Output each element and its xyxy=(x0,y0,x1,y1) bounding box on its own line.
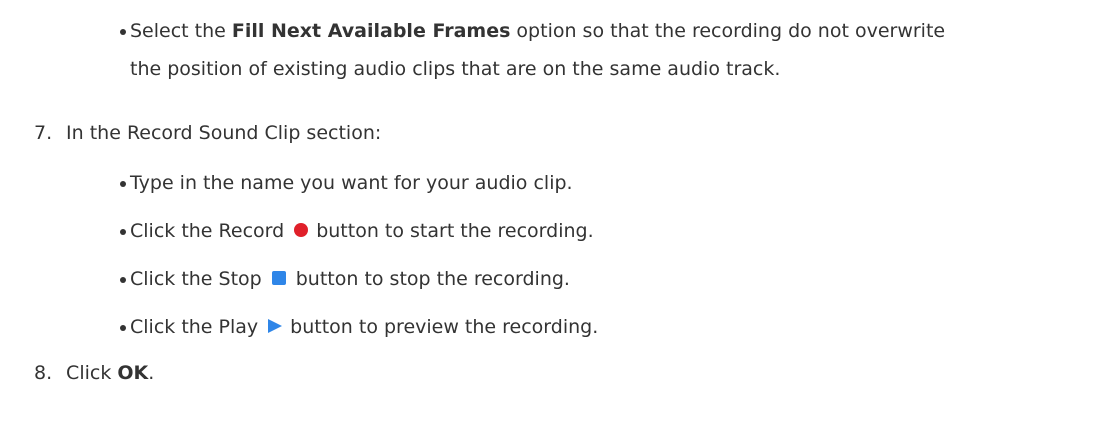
fill-option-text-line2: the position of existing audio clips tha… xyxy=(130,58,781,80)
record-icon xyxy=(294,222,309,237)
list-item-play: Click the Play button to preview the reco… xyxy=(120,308,1110,346)
fill-option-name: Fill Next Available Frames xyxy=(231,20,511,42)
record-text-pre: Click the Record xyxy=(130,220,285,242)
list-item-stop: Click the Stop button to stop the recordi… xyxy=(120,260,1110,298)
step-number: 7. xyxy=(34,122,53,144)
stop-text-post: button to stop the recording. xyxy=(295,268,570,290)
list-item-record: Click the Record button to start the reco… xyxy=(120,212,1110,250)
record-text-post: button to start the recording. xyxy=(316,220,594,242)
step-8: 8. Click OK. xyxy=(34,354,154,392)
play-text-post: button to preview the recording. xyxy=(290,316,599,338)
list-item-fill-next-available-frames: Select the Fill Next Available Frames op… xyxy=(120,12,1110,88)
ok-label: OK xyxy=(117,362,149,384)
fill-option-text-pre: Select the xyxy=(130,20,232,42)
play-icon xyxy=(268,318,283,333)
play-text-pre: Click the Play xyxy=(130,316,259,338)
stop-icon xyxy=(271,270,286,285)
list-item-type-name: Type in the name you want for your audio… xyxy=(120,164,1110,202)
step-text: In the Record Sound Clip section: xyxy=(66,122,382,144)
step-text-post: . xyxy=(148,362,155,384)
document-body: Select the Fill Next Available Frames op… xyxy=(0,0,1117,436)
step-7: 7. In the Record Sound Clip section: xyxy=(34,114,381,152)
list-item-text: Type in the name you want for your audio… xyxy=(130,172,573,194)
step-number: 8. xyxy=(34,362,53,384)
step-text-pre: Click xyxy=(66,362,118,384)
stop-text-pre: Click the Stop xyxy=(130,268,262,290)
fill-option-text-post: option so that the recording do not over… xyxy=(510,20,946,42)
